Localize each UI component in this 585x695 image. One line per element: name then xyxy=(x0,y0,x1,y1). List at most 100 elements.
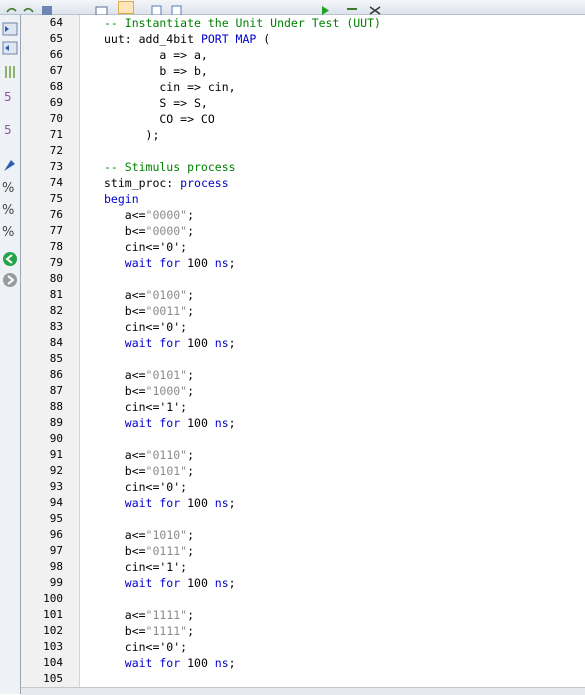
open-icon[interactable] xyxy=(95,1,109,16)
svg-text:%: % xyxy=(2,203,14,218)
code-token: b<= xyxy=(104,224,146,238)
code-line: cin<='0'; xyxy=(104,479,187,495)
build-icon[interactable] xyxy=(368,1,382,15)
next-bookmark-icon[interactable]: % xyxy=(1,178,19,196)
line-number: 70 xyxy=(49,112,63,125)
code-token: cin<='1'; xyxy=(104,560,188,574)
code-line: b<="0111"; xyxy=(104,543,194,559)
code-token: ; xyxy=(228,656,236,670)
line-number: 81 xyxy=(49,288,63,301)
line-number: 67 xyxy=(49,64,63,77)
code-line: wait for 100 ns; xyxy=(104,415,236,431)
redo-icon[interactable] xyxy=(22,1,36,13)
code-token: cin<='0'; xyxy=(104,480,188,494)
code-token: ( xyxy=(256,32,271,46)
code-token: ns xyxy=(214,656,229,670)
code-line: cin => cin, xyxy=(104,79,235,95)
code-token: ; xyxy=(228,256,236,270)
line-number: 79 xyxy=(49,256,63,269)
code-line: wait for 100 ns; xyxy=(104,575,236,591)
code-token: ; xyxy=(187,368,195,382)
code-token: cin<='1'; xyxy=(104,400,188,414)
line-number: 90 xyxy=(49,432,63,445)
code-token: b => b, xyxy=(104,64,208,78)
line-number-gutter: 64 65 66 67 68 69 70 71 72 73 74 75 76 77 78 79 80 81 82 83… xyxy=(21,15,80,687)
line-number: 103 xyxy=(43,640,63,653)
code-token: "1111" xyxy=(145,608,188,622)
line-number: 73 xyxy=(49,160,63,173)
line-number: 78 xyxy=(49,240,63,253)
code-token: ; xyxy=(228,576,236,590)
code-token: cin<='0'; xyxy=(104,320,188,334)
code-token: process xyxy=(180,176,229,190)
code-line: a<="0000"; xyxy=(104,207,194,223)
code-token: -- Stimulus process xyxy=(104,160,236,174)
code-token: ; xyxy=(187,224,195,238)
code-line: a<="0110"; xyxy=(104,447,194,463)
code-line: a<="0100"; xyxy=(104,287,194,303)
code-token: a<= xyxy=(104,288,146,302)
line-number: 75 xyxy=(49,192,63,205)
code-line: a<="1111"; xyxy=(104,607,194,623)
line-number: 66 xyxy=(49,48,63,61)
copy-icon[interactable] xyxy=(150,1,164,16)
code-token: "1111" xyxy=(145,624,188,638)
line-number: 94 xyxy=(49,496,63,509)
code-token: ; xyxy=(228,336,236,350)
code-token: ; xyxy=(187,464,195,478)
code-token: ; xyxy=(187,608,195,622)
line-number: 88 xyxy=(49,400,63,413)
code-line: cin<='1'; xyxy=(104,399,187,415)
prev-bookmark-icon[interactable]: % xyxy=(1,200,19,218)
code-line: b<="0000"; xyxy=(104,223,194,239)
line-number: 77 xyxy=(49,224,63,237)
line-number: 76 xyxy=(49,208,63,221)
code-token: a<= xyxy=(104,608,146,622)
paste-icon[interactable] xyxy=(170,1,184,16)
code-line: cin<='0'; xyxy=(104,239,187,255)
code-token: ns xyxy=(214,576,229,590)
code-token: a => a, xyxy=(104,48,208,62)
line-number: 71 xyxy=(49,128,63,141)
code-token: 100 xyxy=(180,416,215,430)
go-back-icon[interactable] xyxy=(1,250,19,268)
save-icon[interactable] xyxy=(40,1,54,15)
code-token: ; xyxy=(187,528,195,542)
code-token: ); xyxy=(104,128,160,142)
comment-icon[interactable] xyxy=(1,63,19,81)
code-token: b<= xyxy=(104,624,146,638)
line-number: 91 xyxy=(49,448,63,461)
code-line: a<="0101"; xyxy=(104,367,194,383)
run-icon[interactable] xyxy=(318,1,332,15)
code-token: "1000" xyxy=(145,384,188,398)
code-line: b<="1000"; xyxy=(104,383,194,399)
code-token: wait for xyxy=(104,496,181,510)
code-token: "0110" xyxy=(145,448,188,462)
code-token: ; xyxy=(228,496,236,510)
toggle-bookmark-icon[interactable] xyxy=(1,157,19,175)
debug-icon[interactable] xyxy=(345,1,359,12)
go-forward-icon[interactable] xyxy=(1,271,19,289)
line-number: 87 xyxy=(49,384,63,397)
code-token: 100 xyxy=(180,576,215,590)
cut-icon[interactable] xyxy=(118,1,134,14)
code-token: ; xyxy=(228,416,236,430)
unindent-icon[interactable] xyxy=(1,39,19,57)
code-token: a<= xyxy=(104,208,146,222)
code-line: begin xyxy=(104,191,139,207)
indent-icon[interactable] xyxy=(1,20,19,38)
code-token: wait for xyxy=(104,656,181,670)
line-number: 105 xyxy=(43,672,63,685)
svg-text:%: % xyxy=(2,181,14,196)
line-number: 86 xyxy=(49,368,63,381)
code-token: uut: add_4bit xyxy=(104,32,201,46)
code-line: wait for 100 ns; xyxy=(104,495,236,511)
insert-template-icon[interactable]: 5 xyxy=(1,120,19,138)
code-token: "0000" xyxy=(145,224,188,238)
code-token: a<= xyxy=(104,448,146,462)
uncomment-icon[interactable]: 5 xyxy=(1,87,19,105)
clear-bookmarks-icon[interactable]: % xyxy=(1,222,19,240)
undo-icon[interactable] xyxy=(4,1,18,13)
line-number: 82 xyxy=(49,304,63,317)
code-editor[interactable]: -- Instantiate the Unit Under Test (UUT)… xyxy=(80,15,585,687)
